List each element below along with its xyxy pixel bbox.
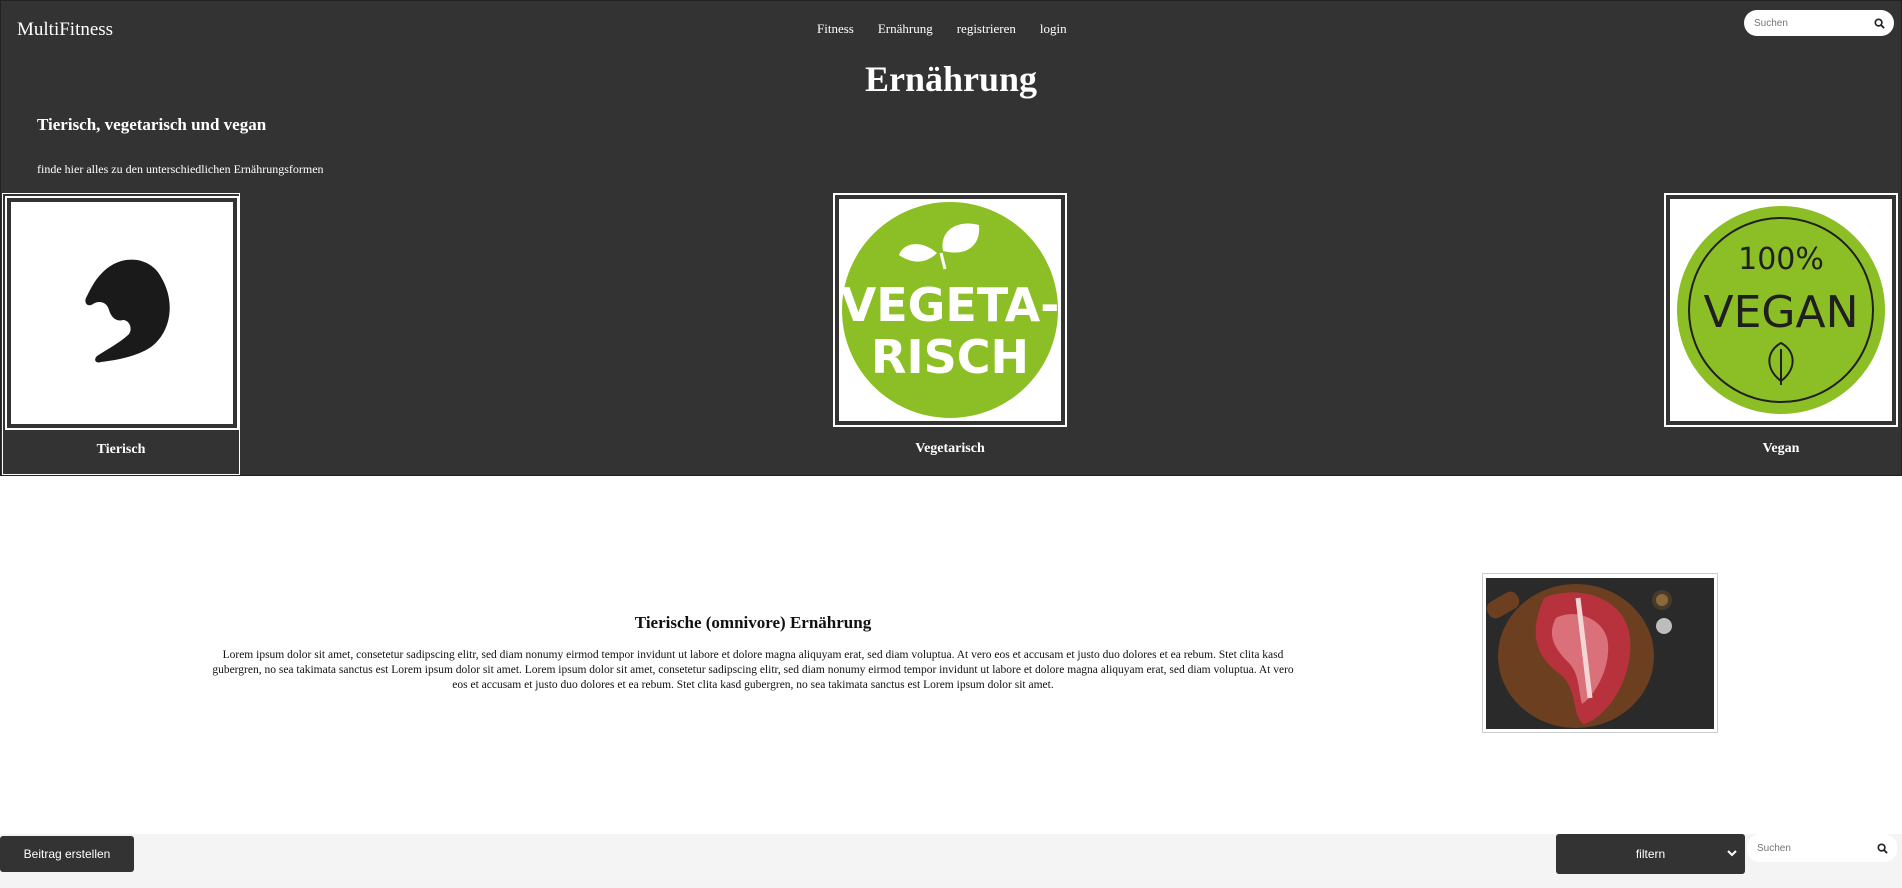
nav-fitness[interactable]: Fitness bbox=[817, 21, 854, 37]
card-image-frame bbox=[5, 196, 239, 430]
card-image-frame: 100% VEGAN bbox=[1664, 193, 1898, 427]
filter-select[interactable]: filtern bbox=[1556, 834, 1745, 874]
page-title: Ernährung bbox=[864, 59, 1038, 99]
badge-text-line2: VEGAN bbox=[1703, 287, 1858, 338]
search-icon[interactable] bbox=[1871, 837, 1893, 859]
nav-login[interactable]: login bbox=[1040, 21, 1067, 37]
footer-search-input[interactable] bbox=[1747, 841, 1869, 855]
card-image: VEGETA- RISCH bbox=[839, 199, 1061, 421]
card-label: Vegetarisch bbox=[915, 441, 985, 456]
card-vegetarisch[interactable]: VEGETA- RISCH Vegetarisch bbox=[833, 193, 1067, 473]
card-image-frame: VEGETA- RISCH bbox=[833, 193, 1067, 427]
nav-ernaehrung[interactable]: Ernährung bbox=[878, 21, 933, 37]
nav-registrieren[interactable]: registrieren bbox=[957, 21, 1016, 37]
hero-section: MultiFitness Fitness Ernährung registrie… bbox=[0, 0, 1902, 476]
vegan-badge-icon: 100% VEGAN bbox=[1677, 206, 1885, 414]
card-tierisch[interactable]: Tierisch bbox=[2, 193, 240, 475]
muscle-arm-icon bbox=[85, 259, 170, 363]
main-nav: Fitness Ernährung registrieren login bbox=[817, 21, 1091, 37]
article-image[interactable] bbox=[1482, 573, 1718, 733]
badge-text-line1: VEGETA- bbox=[841, 278, 1060, 332]
page-subtitle: Tierisch, vegetarisch und vegan bbox=[37, 115, 267, 134]
header-search bbox=[1744, 10, 1894, 36]
steak-photo bbox=[1486, 578, 1714, 729]
card-label: Tierisch bbox=[96, 442, 146, 457]
card-vegan[interactable]: 100% VEGAN Vegan bbox=[1664, 193, 1898, 473]
card-image bbox=[11, 202, 233, 424]
footer-search bbox=[1747, 834, 1897, 862]
chevron-down-icon bbox=[1727, 847, 1737, 861]
article-title: Tierische (omnivore) Ernährung bbox=[634, 613, 872, 632]
card-label: Vegan bbox=[1762, 441, 1800, 456]
create-post-button[interactable]: Beitrag erstellen bbox=[0, 836, 134, 872]
search-icon[interactable] bbox=[1868, 12, 1890, 34]
filter-label: filtern bbox=[1635, 847, 1666, 861]
badge-text-line1: 100% bbox=[1738, 242, 1824, 277]
card-image: 100% VEGAN bbox=[1670, 199, 1892, 421]
intro-text: finde hier alles zu den unterschiedliche… bbox=[37, 162, 324, 176]
badge-text-line2: RISCH bbox=[871, 330, 1029, 384]
vegetarisch-badge-icon: VEGETA- RISCH bbox=[841, 202, 1060, 418]
article-body: Lorem ipsum dolor sit amet, consetetur s… bbox=[212, 649, 1294, 691]
header-search-input[interactable] bbox=[1744, 16, 1866, 30]
site-logo[interactable]: MultiFitness bbox=[17, 19, 113, 41]
